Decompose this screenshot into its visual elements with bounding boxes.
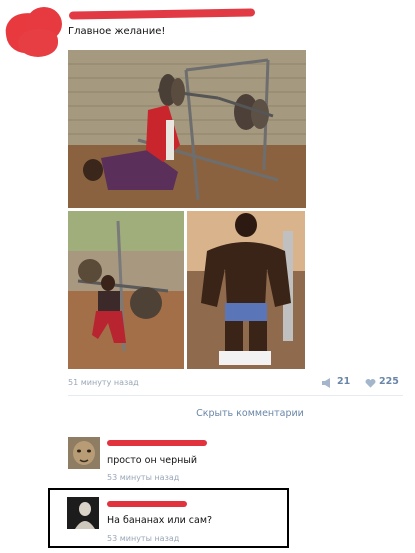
like-count[interactable]: 225 xyxy=(379,376,399,387)
hide-comments-link[interactable]: Скрыть комментарии xyxy=(0,408,415,419)
post-timestamp[interactable]: 51 минуту назад xyxy=(68,378,139,387)
comment-text: просто он черный xyxy=(107,455,198,466)
commenter-name-redaction[interactable] xyxy=(107,440,207,446)
comment-timestamp[interactable]: 53 минуты назад xyxy=(107,534,179,543)
heart-icon[interactable] xyxy=(365,378,376,388)
author-name-redaction[interactable] xyxy=(68,8,256,20)
megaphone-icon[interactable] xyxy=(321,378,333,388)
post-text: Главное желание! xyxy=(68,26,166,37)
divider xyxy=(68,395,403,396)
post-photo-squat[interactable] xyxy=(68,211,184,369)
comment-timestamp[interactable]: 53 минуты назад xyxy=(107,473,179,482)
post-photo-bench-press[interactable] xyxy=(68,50,306,208)
commenter-name-redaction[interactable] xyxy=(107,501,187,507)
post-photo-bodybuilder[interactable] xyxy=(187,211,305,369)
comment-text: На бананах или сам? xyxy=(107,515,213,526)
share-count[interactable]: 21 xyxy=(337,376,350,387)
commenter-avatar[interactable] xyxy=(68,437,100,469)
wall-post: Главное желание! 51 минуту назад 21 225 … xyxy=(0,0,415,553)
author-avatar[interactable] xyxy=(3,7,64,59)
commenter-avatar[interactable] xyxy=(67,497,99,529)
